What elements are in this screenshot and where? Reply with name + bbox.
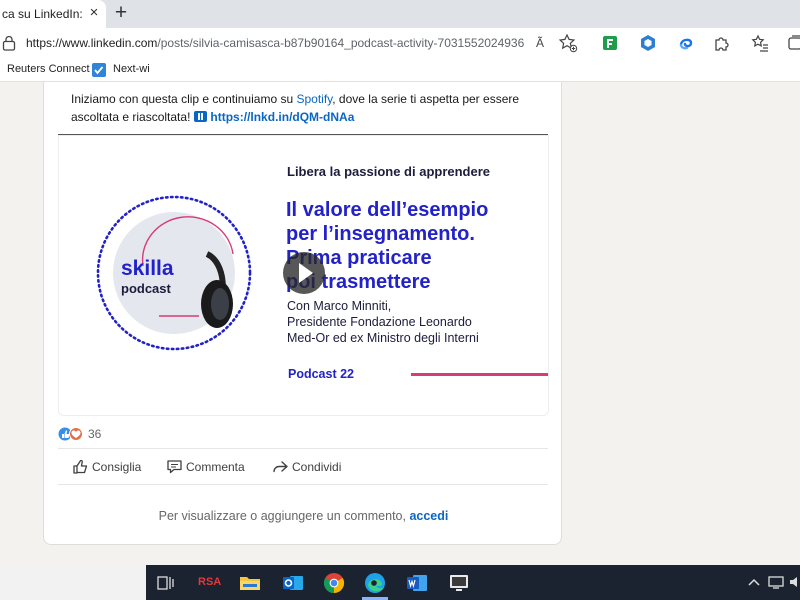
chrome-icon[interactable] xyxy=(322,571,346,595)
media-kicker: Libera la passione di apprendere xyxy=(287,164,491,179)
play-icon[interactable] xyxy=(283,252,325,294)
favorite-reuters-connect[interactable]: Reuters Connect xyxy=(7,63,90,75)
new-tab-button[interactable]: + xyxy=(110,2,132,24)
tab-title: ca su LinkedIn: #let xyxy=(2,7,84,21)
reaction-count: 36 xyxy=(88,427,102,441)
favorite-star-icon[interactable] xyxy=(558,33,578,53)
task-view-icon[interactable] xyxy=(154,571,178,595)
like-label: Consiglia xyxy=(92,460,142,474)
address-bar[interactable]: https://www.linkedin.com/posts/silvia-ca… xyxy=(26,36,524,50)
share-label: Condividi xyxy=(292,460,342,474)
chevron-up-icon[interactable] xyxy=(746,575,762,589)
actions-divider xyxy=(58,484,548,485)
read-aloud-icon[interactable]: Ã xyxy=(530,33,550,53)
tab-linkedin-post[interactable]: ca su LinkedIn: #let × xyxy=(0,0,106,28)
headline-line: Il valore dell’esempio xyxy=(286,199,489,221)
thumbs-up-icon xyxy=(73,459,88,474)
comment-prompt-text: Per visualizzare o aggiungere un comment… xyxy=(158,509,410,523)
post-text-intro: Iniziamo con questa clip e continuiamo s… xyxy=(71,92,297,106)
guest-line: Con Marco Minniti, xyxy=(287,299,392,313)
headline-line: per l’insegnamento. xyxy=(286,223,475,245)
favorite-next-wi[interactable]: Next-wi xyxy=(113,63,150,75)
taskbar-search-area[interactable] xyxy=(0,565,146,600)
media-guest: Con Marco Minniti, Presidente Fondazione… xyxy=(287,298,547,346)
tab-strip: ca su LinkedIn: #let × + xyxy=(0,0,800,28)
close-tab-icon[interactable]: × xyxy=(86,4,102,22)
video-preview[interactable]: skilla podcast Libera la passione di app… xyxy=(58,135,549,416)
comment-label: Commenta xyxy=(186,460,245,474)
remote-desktop-icon[interactable] xyxy=(447,571,471,595)
rsa-label: RSA xyxy=(198,576,222,588)
guest-line: Med-Or ed ex Ministro degli Interni xyxy=(287,331,479,345)
word-icon[interactable] xyxy=(405,571,429,595)
like-button[interactable]: Consiglia xyxy=(72,456,152,478)
favorites-list-icon[interactable] xyxy=(750,33,770,53)
share-button[interactable]: Condividi xyxy=(272,456,358,478)
lock-icon[interactable] xyxy=(2,35,16,51)
reactions-divider xyxy=(58,448,548,449)
url-host: https://www.linkedin.com xyxy=(26,36,158,50)
outlook-icon[interactable] xyxy=(281,571,305,595)
episode-accent-bar xyxy=(411,373,548,376)
headline-line: Prima praticare xyxy=(286,247,432,269)
taskbar: RSA xyxy=(0,565,800,600)
short-link[interactable]: https://lnkd.in/dQM-dNAa xyxy=(210,110,354,124)
extension-green-icon[interactable] xyxy=(600,33,620,53)
media-headline: Il valore dell’esempio per l’insegnament… xyxy=(286,198,548,294)
rsa-app-icon[interactable]: RSA xyxy=(192,571,226,595)
spotify-link[interactable]: Spotify xyxy=(296,92,332,106)
edge-icon[interactable] xyxy=(363,571,387,595)
network-icon[interactable] xyxy=(768,575,784,589)
linkedin-link-icon xyxy=(194,111,208,122)
browser-toolbar: https://www.linkedin.com/posts/silvia-ca… xyxy=(0,28,800,58)
skilla-podcast-logo: skilla podcast xyxy=(96,195,252,351)
extension-shield-icon[interactable] xyxy=(638,33,658,53)
url-path: /posts/silvia-camisasca-b87b90164_podcas… xyxy=(157,36,524,50)
comment-prompt: Per visualizzare o aggiungere un comment… xyxy=(44,509,563,523)
logo-word: skilla xyxy=(121,257,174,280)
comment-icon xyxy=(167,460,182,474)
logo-sub: podcast xyxy=(121,281,172,296)
next-wi-favicon-icon xyxy=(92,63,106,77)
file-explorer-icon[interactable] xyxy=(238,571,262,595)
guest-line: Presidente Fondazione Leonardo xyxy=(287,315,472,329)
post-body: Iniziamo con questa clip e continuiamo s… xyxy=(71,90,541,126)
episode-label: Podcast 22 xyxy=(288,367,355,381)
post-card: Iniziamo con questa clip e continuiamo s… xyxy=(43,82,562,545)
reaction-icons xyxy=(58,427,83,441)
comment-button[interactable]: Commenta xyxy=(166,456,252,478)
collections-icon[interactable] xyxy=(786,33,800,53)
extension-swirl-icon[interactable] xyxy=(676,33,696,53)
sign-in-link[interactable]: accedi xyxy=(409,509,448,523)
volume-icon[interactable] xyxy=(788,575,800,589)
headline-line: poi trasmettere xyxy=(286,271,431,293)
share-arrow-icon xyxy=(273,461,288,473)
extensions-puzzle-icon[interactable] xyxy=(712,33,732,53)
favorites-bar: Reuters Connect Next-wi xyxy=(0,58,800,82)
